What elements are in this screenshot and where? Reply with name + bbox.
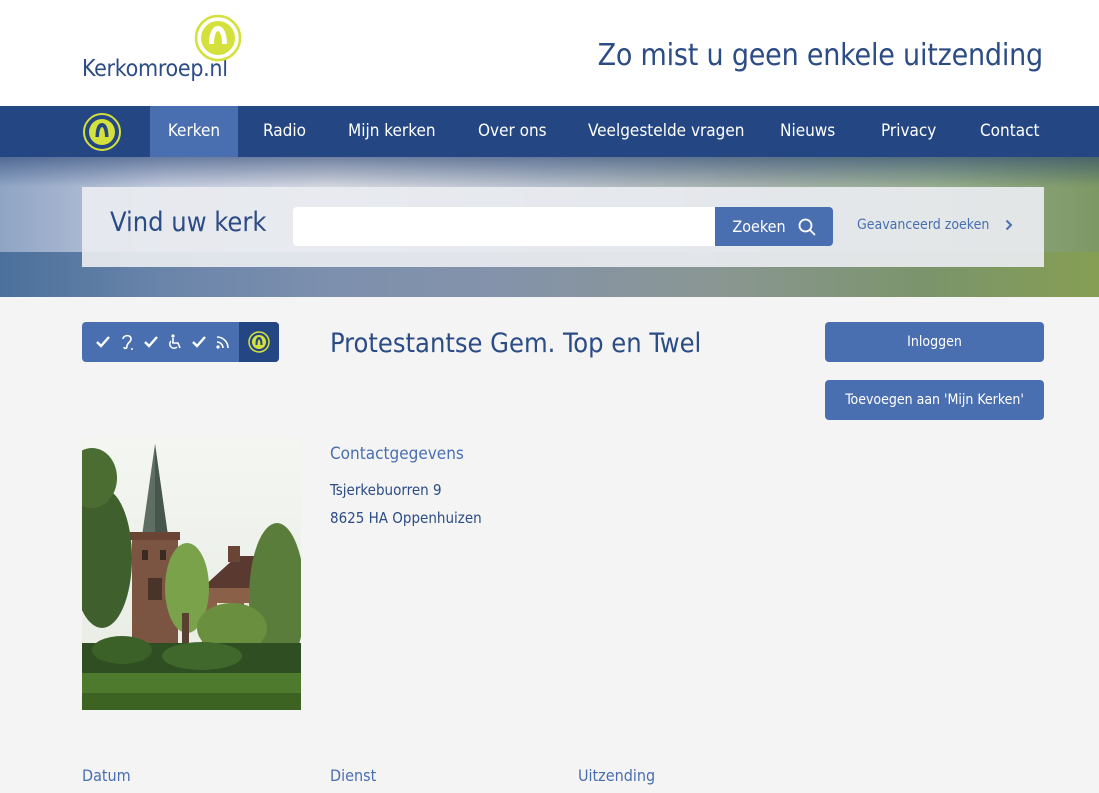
search-button-label: Zoeken <box>732 217 786 236</box>
broadcast-icon <box>248 331 270 353</box>
login-button[interactable]: Inloggen <box>825 322 1044 362</box>
search-input[interactable] <box>293 207 715 246</box>
check-icon <box>96 336 110 348</box>
check-icon <box>192 336 206 348</box>
contact-street: Tsjerkebuorren 9 <box>330 481 442 499</box>
church-features-bar <box>82 322 279 362</box>
home-broadcast-icon[interactable] <box>82 112 122 152</box>
site-header: Kerkomroep.nl Zo mist u geen enkele uitz… <box>0 0 1099 106</box>
contact-city: 8625 HA Oppenhuizen <box>330 509 482 527</box>
nav-item-contact[interactable]: Contact <box>964 106 1056 157</box>
site-logo[interactable]: Kerkomroep.nl <box>82 14 252 94</box>
main-nav: Kerken Radio Mijn kerken Over ons Veelge… <box>0 106 1099 157</box>
advanced-search-label: Geavanceerd zoeken <box>857 217 990 233</box>
search-button[interactable]: Zoeken <box>715 207 833 246</box>
nav-item-radio[interactable]: Radio <box>247 106 322 157</box>
broadcast-icon <box>194 14 242 62</box>
hearing-icon <box>122 334 133 350</box>
column-header-uitzending: Uitzending <box>578 766 656 785</box>
nav-item-privacy[interactable]: Privacy <box>865 106 952 157</box>
advanced-search-link[interactable]: Geavanceerd zoeken <box>857 217 1013 233</box>
nav-item-mijn-kerken[interactable]: Mijn kerken <box>332 106 452 157</box>
column-header-dienst: Dienst <box>330 766 377 785</box>
nav-item-kerken[interactable]: Kerken <box>150 106 238 157</box>
nav-item-faq[interactable]: Veelgestelde vragen <box>572 106 760 157</box>
site-tagline: Zo mist u geen enkele uitzending <box>597 38 1044 73</box>
search-panel: Vind uw kerk Zoeken Geavanceerd zoeken <box>82 187 1044 267</box>
nav-item-nieuws[interactable]: Nieuws <box>764 106 851 157</box>
search-icon <box>798 218 816 235</box>
live-broadcast-indicator <box>239 322 279 362</box>
church-photo <box>82 438 301 710</box>
church-name: Protestantse Gem. Top en Twel <box>330 328 702 359</box>
wheelchair-icon <box>169 334 181 349</box>
column-header-datum: Datum <box>82 766 131 785</box>
nav-item-over-ons[interactable]: Over ons <box>462 106 563 157</box>
search-title: Vind uw kerk <box>110 207 267 238</box>
hero-banner: Vind uw kerk Zoeken Geavanceerd zoeken <box>0 157 1099 297</box>
check-icon <box>144 336 158 348</box>
add-to-my-churches-button[interactable]: Toevoegen aan 'Mijn Kerken' <box>825 380 1044 420</box>
contact-heading: Contactgegevens <box>330 444 464 464</box>
rss-icon <box>216 336 229 349</box>
chevron-right-icon <box>1006 219 1013 231</box>
